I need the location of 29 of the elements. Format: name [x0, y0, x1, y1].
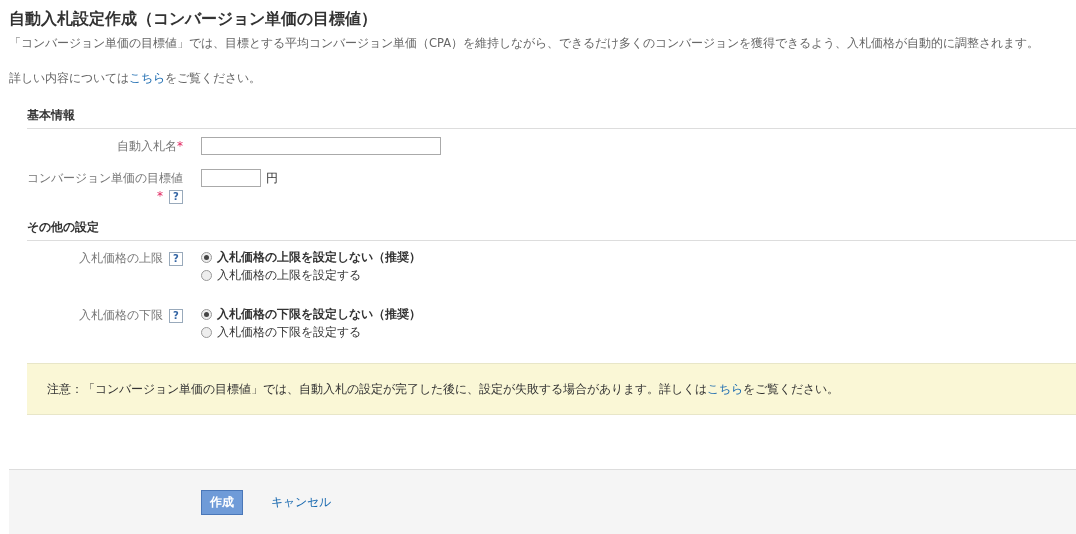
amount-input-field[interactable]	[201, 169, 261, 187]
radio-label[interactable]: 入札価格の下限を設定する	[217, 324, 361, 341]
unit-label: 円	[266, 169, 278, 187]
help-icon[interactable]: ?	[169, 308, 183, 323]
section-heading: 基本情報	[27, 107, 1076, 129]
radio-button[interactable]	[201, 309, 212, 320]
field-label: 入札価格の上限	[79, 251, 163, 265]
details-link[interactable]: こちら	[129, 71, 165, 85]
section-heading: その他の設定	[27, 219, 1076, 241]
field-label: 自動入札名	[117, 139, 177, 153]
radio-button[interactable]	[201, 252, 212, 263]
details-text: 詳しい内容についてはこちら をご覧ください。	[9, 70, 262, 87]
radio-label[interactable]: 入札価格の下限を設定しない（推奨）	[217, 306, 421, 323]
description-text: 「コンバージョン単価の目標値」では、目標とする平均コンバージョン単価（CPA）を維持しながら、できるだけ多くのコンバージョンを獲得できるよう、入札価格が自動的に調整されます。	[9, 35, 1041, 52]
cancel-link[interactable]: キャンセル	[271, 493, 331, 511]
field-label: コンバージョン単価の目標値	[27, 171, 183, 185]
help-icon[interactable]: ?	[169, 251, 183, 266]
field-label: 入札価格の下限	[79, 308, 163, 322]
page-title: 自動入札設定作成（コンバージョン単価の目標値）	[9, 8, 378, 30]
radio-label[interactable]: 入札価格の上限を設定する	[217, 267, 361, 284]
notice-box: 注意：「コンバージョン単価の目標値」では、自動入札の設定が完了した後に、設定が失敗する場合があります。詳しくはこちら をご覧ください。	[27, 363, 1076, 415]
radio-label[interactable]: 入札価格の上限を設定しない（推奨）	[217, 249, 421, 266]
help-icon[interactable]: ?	[169, 189, 183, 204]
required-mark: *	[177, 139, 183, 153]
notice-link[interactable]: こちら	[707, 382, 743, 396]
radio-button[interactable]	[201, 270, 212, 281]
radio-button[interactable]	[201, 327, 212, 338]
required-mark: *	[157, 189, 163, 203]
name-input-field[interactable]	[201, 137, 441, 155]
